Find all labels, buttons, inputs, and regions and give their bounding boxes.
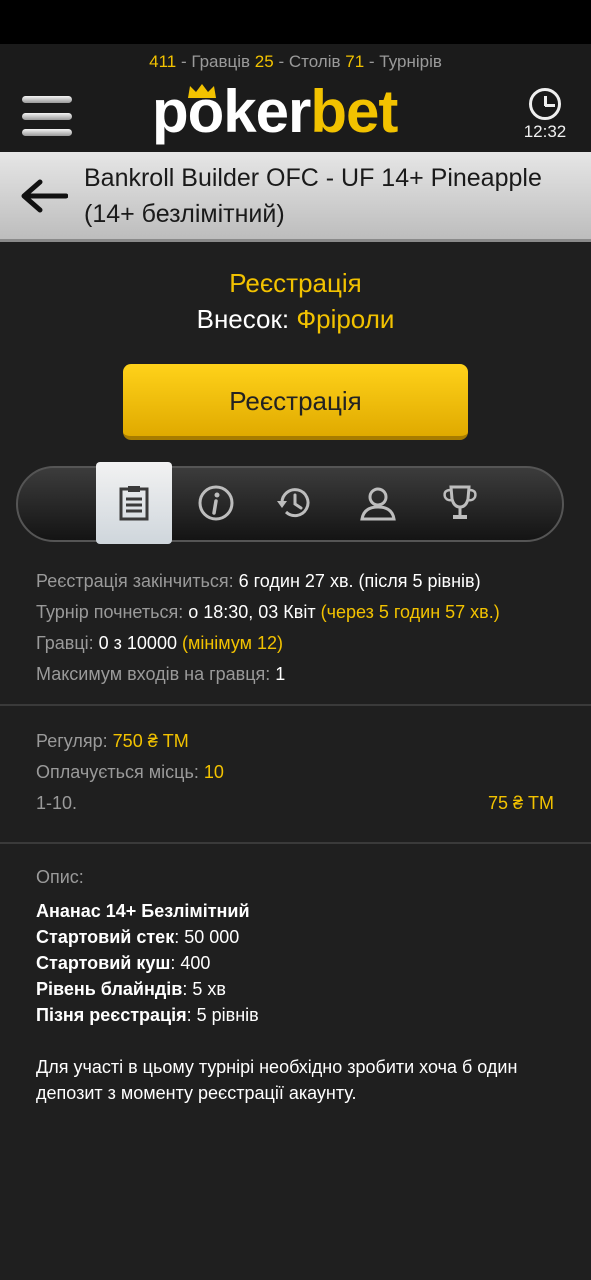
- tab-overview[interactable]: [96, 462, 172, 544]
- logo-poker: poker: [152, 78, 311, 145]
- players-label: - Гравців: [176, 52, 255, 71]
- desc-line: Рівень блайндів: 5 хв: [36, 979, 226, 999]
- register-button[interactable]: Реєстрація: [123, 364, 468, 440]
- user-icon: [360, 487, 396, 521]
- pokerbet-logo: pokerbet: [152, 78, 398, 145]
- tournament-info: Реєстрація закінчиться: 6 годин 27 хв. (…: [36, 566, 566, 690]
- desc-line: Стартовий стек: 50 000: [36, 927, 240, 947]
- description: Опис: Ананас 14+ Безлімітний Стартовий с…: [36, 864, 556, 1106]
- place-prize: 75 ₴ ТМ: [487, 793, 554, 813]
- tables-count: 25: [254, 52, 274, 71]
- divider: [0, 704, 591, 706]
- players-count: 411: [149, 52, 177, 71]
- registration-heading: Реєстрація: [229, 268, 362, 298]
- prize-info: Регуляр: 750 ₴ ТМ Оплачується місць: 10 …: [36, 726, 554, 819]
- desc-line: Ананас 14+ Безлімітний: [36, 901, 250, 921]
- players-value: 0 з 10000: [98, 633, 182, 653]
- desc-line: Пізня реєстрація: 5 рівнів: [36, 1005, 259, 1025]
- tournament-title: Bankroll Builder OFC - UF 14+ Pineapple …: [84, 164, 542, 228]
- tab-prizes[interactable]: [422, 462, 498, 544]
- players-label: Гравці:: [36, 633, 99, 653]
- tables-label: - Столів: [273, 52, 346, 71]
- back-arrow-icon[interactable]: [20, 178, 68, 214]
- clock-time: 12:32: [523, 122, 567, 141]
- clock: 12:32: [519, 88, 571, 142]
- paid-places-value: 10: [203, 762, 224, 782]
- paid-places-label: Оплачується місць:: [36, 762, 204, 782]
- status-bar: [0, 0, 591, 44]
- deposit-note: Для участі в цьому турнірі необхідно зро…: [36, 1057, 518, 1103]
- buyin-value: Фріроли: [296, 304, 395, 334]
- start-label: Турнір почнеться:: [36, 602, 189, 622]
- buyin: Внесок: Фріроли: [0, 304, 591, 335]
- start-countdown: (через 5 годин 57 хв.): [320, 602, 500, 622]
- buyin-label: Внесок:: [196, 304, 297, 334]
- tab-history[interactable]: [256, 462, 332, 544]
- history-icon: [277, 488, 310, 518]
- trophy-icon: [443, 485, 477, 519]
- description-label: Опис:: [36, 867, 84, 887]
- lobby-stats: 411 - Гравців 25 - Столів 71 - Турнірів: [0, 52, 591, 72]
- tab-info[interactable]: [178, 462, 254, 544]
- players-min: (мінімум 12): [181, 633, 284, 653]
- start-row: Турнір почнеться: о 18:30, 03 Квіт (чере…: [36, 597, 566, 628]
- players-row: Гравці: 0 з 10000 (мінімум 12): [36, 628, 566, 659]
- tournaments-label: - Турнірів: [364, 52, 442, 71]
- menu-icon[interactable]: [22, 96, 72, 136]
- place-range: 1-10.: [36, 793, 78, 813]
- regular-row: Регуляр: 750 ₴ ТМ: [36, 726, 554, 757]
- tournament-tabs: [16, 462, 564, 544]
- title-bar: Bankroll Builder OFC - UF 14+ Pineapple …: [0, 152, 591, 242]
- max-entries-label: Максимум входів на гравця:: [36, 664, 276, 684]
- regular-value: 750 ₴ ТМ: [112, 731, 189, 751]
- crown-icon: [188, 84, 216, 98]
- paid-places-row: Оплачується місць: 10: [36, 757, 554, 788]
- reg-ends-value: 6 годин 27 хв. (після 5 рівнів): [238, 571, 481, 591]
- tournaments-count: 71: [345, 52, 365, 71]
- reg-ends-row: Реєстрація закінчиться: 6 годин 27 хв. (…: [36, 566, 566, 597]
- start-value: о 18:30, 03 Квіт: [188, 602, 321, 622]
- reg-ends-label: Реєстрація закінчиться:: [36, 571, 239, 591]
- clipboard-icon: [119, 486, 149, 521]
- clock-icon: [529, 88, 561, 120]
- desc-line: Стартовий куш: 400: [36, 953, 211, 973]
- max-entries-row: Максимум входів на гравця: 1: [36, 659, 566, 690]
- max-entries-value: 1: [275, 664, 286, 684]
- tab-players[interactable]: [340, 462, 416, 544]
- regular-label: Регуляр:: [36, 731, 113, 751]
- logo-bet: bet: [310, 78, 398, 145]
- prize-row: 1-10. 75 ₴ ТМ: [36, 788, 554, 819]
- info-icon: [198, 485, 234, 521]
- divider: [0, 842, 591, 844]
